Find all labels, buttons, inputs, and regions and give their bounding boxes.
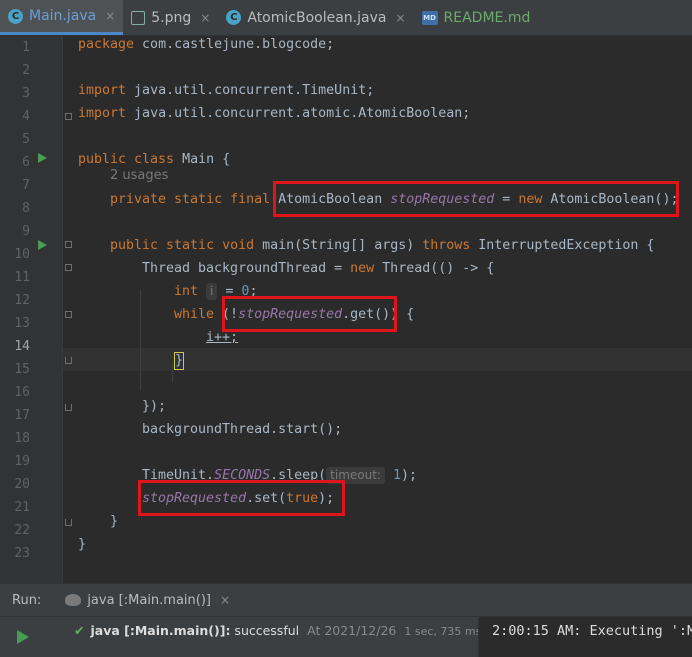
tab-label: README.md [443, 9, 531, 26]
fold-marker[interactable] [65, 113, 72, 120]
editor-tab-bar: C Main.java × 5.png × C AtomicBoolean.ja… [0, 0, 692, 36]
code-line-22: } [78, 537, 87, 552]
run-toolbar [0, 617, 46, 657]
code-line-21: } [110, 514, 119, 529]
fold-marker[interactable] [65, 519, 72, 526]
line-number: 21 [14, 500, 30, 515]
fold-marker[interactable] [65, 357, 72, 364]
run-panel-body: ✔ java [:Main.main()]: successful At 2021… [0, 616, 692, 657]
java-class-icon: C [8, 8, 23, 24]
line-number: 12 [14, 293, 30, 308]
run-class-icon[interactable] [38, 153, 47, 163]
usages-hint[interactable]: 2 usages [110, 168, 168, 183]
run-tab-label: java [:Main.main()] [87, 592, 211, 608]
run-main-icon[interactable] [38, 240, 47, 250]
image-icon [131, 10, 146, 25]
run-result-tree[interactable]: ✔ java [:Main.main()]: successful At 2021… [46, 617, 478, 657]
line-number: 14 [14, 339, 30, 354]
code-line-4: import java.util.concurrent.atomic.Atomi… [78, 106, 471, 121]
line-number: 15 [14, 362, 30, 377]
close-icon[interactable]: × [200, 11, 210, 25]
line-number: 4 [22, 109, 30, 124]
line-number: 18 [14, 431, 30, 446]
tab-label: 5.png [151, 9, 192, 26]
indent-guide [140, 290, 141, 390]
line-number: 5 [22, 132, 30, 147]
run-timestamp: At 2021/12/26 [307, 623, 397, 638]
success-check-icon: ✔ [74, 623, 85, 638]
line-number: 13 [14, 316, 30, 331]
line-number: 10 [14, 247, 30, 262]
code-line-1: package com.castlejune.blogcode; [78, 37, 335, 52]
fold-marker[interactable] [65, 241, 72, 248]
tab-readme-md[interactable]: MD README.md [414, 0, 539, 35]
run-panel-label: Run: [12, 592, 42, 608]
code-editor[interactable]: 1 2 3 4 5 6 7 8 9 10 11 12 13 14 15 16 17 18 19 20 21 22 23 pa… [0, 36, 692, 583]
java-class-icon: C [226, 10, 242, 25]
close-icon[interactable]: × [220, 593, 230, 607]
line-number: 9 [22, 224, 30, 239]
tab-main-java[interactable]: C Main.java × [0, 0, 124, 35]
highlight-box-set [138, 480, 345, 516]
code-line-14: } [174, 352, 185, 370]
line-number: 7 [22, 178, 30, 193]
line-number: 23 [14, 546, 30, 561]
run-task-name: java [:Main.main()]: [90, 623, 231, 638]
line-number: 19 [14, 454, 30, 469]
line-number: 6 [22, 155, 30, 170]
highlight-box-field [273, 181, 679, 217]
fold-marker[interactable] [65, 311, 72, 318]
tab-5-png[interactable]: 5.png × [123, 0, 218, 35]
tab-label: Main.java [29, 8, 97, 24]
line-number: 17 [14, 408, 30, 423]
line-number: 1 [22, 40, 30, 55]
code-line-9: public static void main(String[] args) t… [110, 238, 655, 253]
current-line-highlight [63, 348, 692, 371]
code-line-17: backgroundThread.start(); [142, 422, 343, 437]
rerun-icon[interactable] [17, 630, 29, 644]
console-output[interactable]: 2:00:15 AM: Executing ':M [478, 617, 692, 657]
tab-atomicboolean-java[interactable]: C AtomicBoolean.java × [218, 0, 413, 35]
fold-marker[interactable] [65, 264, 72, 271]
indent-guide [172, 362, 173, 382]
tab-label: AtomicBoolean.java [247, 9, 387, 26]
line-number: 20 [14, 477, 30, 492]
line-number: 16 [14, 385, 30, 400]
line-number: 8 [22, 201, 30, 216]
line-number: 22 [14, 523, 30, 538]
code-line-10: Thread backgroundThread = new Thread(() … [142, 261, 495, 276]
gradle-elephant-icon [65, 594, 82, 606]
run-tab[interactable]: java [:Main.main()] × [65, 593, 230, 608]
line-number: 3 [22, 86, 30, 101]
code-line-16: }); [142, 399, 167, 414]
run-panel-header: Run: java [:Main.main()] × [0, 583, 692, 616]
highlight-box-get [222, 296, 397, 332]
code-line-3: import java.util.concurrent.TimeUnit; [78, 83, 375, 98]
fold-marker[interactable] [65, 404, 72, 411]
line-number: 11 [14, 270, 30, 285]
run-duration: 1 sec, 735 ms [404, 625, 478, 638]
line-gutter: 1 2 3 4 5 6 7 8 9 10 11 12 13 14 15 16 17 18 19 20 21 22 23 [0, 36, 63, 583]
run-status: successful [230, 623, 300, 638]
close-icon[interactable]: × [105, 9, 115, 23]
markdown-icon: MD [421, 10, 438, 25]
close-icon[interactable]: × [395, 11, 405, 25]
line-number: 2 [22, 63, 30, 78]
